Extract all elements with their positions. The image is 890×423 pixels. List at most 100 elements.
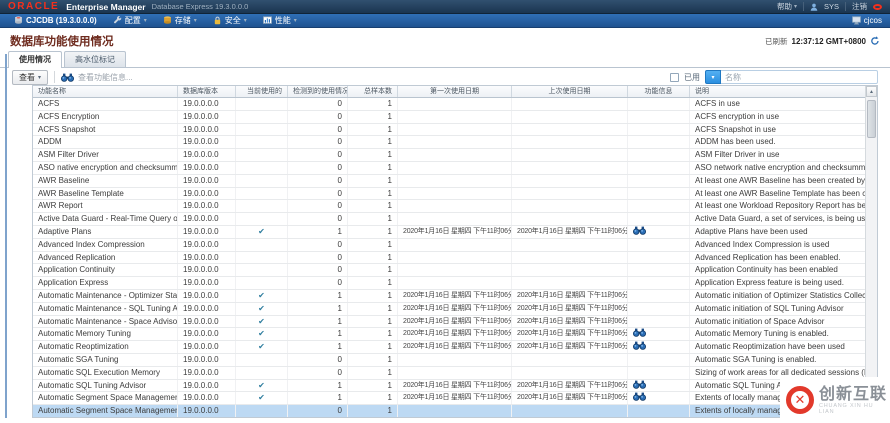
tab-high-water-marks[interactable]: 高水位标记 — [64, 51, 126, 67]
logout-link[interactable]: 注销 — [852, 1, 867, 12]
cell-used — [236, 238, 288, 251]
cell-used — [236, 161, 288, 174]
table-row[interactable]: Automatic SQL Execution Memory 19.0.0.0.0… — [33, 366, 867, 380]
cell-detected: 0 — [288, 264, 348, 277]
help-menu[interactable]: 帮助 ▾ — [777, 1, 797, 12]
cell-name: Application Express — [33, 277, 178, 289]
view-menu-button[interactable]: 查看 ▾ — [12, 69, 49, 85]
menu-performance[interactable]: 性能 ▾ — [257, 15, 303, 26]
table-row[interactable]: Advanced Index Compression 19.0.0.0.0 0 1 Ad… — [33, 238, 867, 252]
current-user-menu[interactable]: SYS — [824, 2, 839, 11]
cell-info — [628, 289, 690, 302]
table-row[interactable]: ASM Filter Driver 19.0.0.0.0 0 1 ASM Filter … — [33, 149, 867, 162]
column-header-version[interactable]: 数据库版本 — [178, 86, 236, 97]
column-header-name[interactable]: 功能名称 — [33, 86, 178, 97]
cell-info — [628, 174, 690, 187]
cell-info — [628, 238, 690, 251]
cell-first_used: 2020年1月16日 星期四 下午11时06分2 — [398, 379, 512, 392]
table-row[interactable]: AWR Baseline Template 19.0.0.0.0 0 1 At leas… — [33, 187, 867, 201]
tab-usage[interactable]: 使用情况 — [8, 51, 62, 68]
cell-first_used: 2020年1月16日 星期四 下午11时06分2 — [398, 392, 512, 405]
view-feature-info-button[interactable]: 查看功能信息... — [61, 72, 133, 83]
binoculars-icon[interactable] — [633, 380, 684, 389]
menu-configuration[interactable]: 配置 ▾ — [107, 15, 153, 26]
table-row[interactable]: Application Continuity 19.0.0.0.0 0 1 Applic… — [33, 264, 867, 278]
table-row[interactable]: Automatic SQL Tuning Advisor 19.0.0.0.0 ✔ 1… — [33, 379, 867, 393]
table-row[interactable]: ASO native encryption and checksumming 19… — [33, 161, 867, 175]
chevron-down-icon: ▾ — [243, 18, 247, 24]
column-header-info[interactable]: 功能信息 — [628, 86, 690, 97]
cell-name: Automatic Segment Space Management (syst… — [33, 392, 178, 405]
binoculars-icon[interactable] — [633, 226, 684, 235]
search-input[interactable] — [721, 70, 878, 84]
table-row[interactable]: Active Data Guard - Real-Time Query on P… — [33, 213, 867, 226]
scrollbar-thumb[interactable] — [867, 100, 876, 138]
table-row[interactable]: Application Express 19.0.0.0.0 0 1 Applicati… — [33, 277, 867, 290]
column-header-used[interactable]: 当前使用的 — [236, 86, 288, 97]
cell-detected: 1 — [288, 341, 348, 353]
table-row[interactable]: Automatic Maintenance - Space Advisor 19.… — [33, 315, 867, 329]
cell-version: 19.0.0.0.0 — [178, 225, 236, 238]
cell-info — [628, 302, 690, 315]
table-row[interactable]: Automatic SGA Tuning 19.0.0.0.0 0 1 Automati… — [33, 353, 867, 367]
cell-detected: 0 — [288, 136, 348, 149]
table-row[interactable]: Automatic Segment Space Management (syst… — [33, 392, 867, 406]
cell-last_used — [512, 174, 628, 187]
cell-desc: Automatic Memory Tuning is enabled. — [690, 328, 867, 341]
cell-used — [236, 405, 288, 417]
menu-performance-label: 性能 — [274, 16, 291, 25]
cell-last_used: 2020年1月16日 星期四 下午11时06分2 — [512, 315, 628, 328]
table-row[interactable]: ADDM 19.0.0.0.0 0 1 ADDM has been used. — [33, 136, 867, 150]
column-header-detected[interactable]: 检测到的使用情况 — [288, 86, 348, 97]
table-row[interactable]: ACFS 19.0.0.0.0 0 1 ACFS in use — [33, 98, 867, 111]
binoculars-icon[interactable] — [633, 328, 684, 338]
database-home-menu[interactable]: CJCDB (19.3.0.0.0) — [8, 16, 103, 25]
chevron-down-icon: ▾ — [793, 4, 797, 10]
cell-last_used — [512, 251, 628, 264]
cell-name: Active Data Guard - Real-Time Query on P… — [33, 213, 178, 225]
vertical-scrollbar[interactable]: ▲ ▼ — [865, 86, 877, 417]
cell-last_used — [512, 110, 628, 123]
search-category-dropdown[interactable]: ▾ — [705, 70, 721, 84]
checkmark-icon: ✔ — [258, 342, 265, 352]
refresh-icon[interactable] — [870, 36, 880, 46]
cell-info — [628, 187, 690, 200]
table-row[interactable]: Advanced Replication 19.0.0.0.0 0 1 Advanced… — [33, 251, 867, 265]
cell-version: 19.0.0.0.0 — [178, 187, 236, 200]
table-row[interactable]: ACFS Encryption 19.0.0.0.0 0 1 ACFS encrypti… — [33, 110, 867, 124]
edition-label: Database Express 19.3.0.0.0 — [151, 2, 249, 11]
table-row[interactable]: Automatic Maintenance - SQL Tuning Advis… — [33, 302, 867, 316]
cell-name: ACFS Snapshot — [33, 123, 178, 136]
cell-detected: 0 — [288, 174, 348, 187]
cell-first_used: 2020年1月16日 星期四 下午11时06分2 — [398, 225, 512, 238]
cell-first_used — [398, 353, 512, 366]
table-row[interactable]: Automatic Segment Space Management (user… — [33, 405, 867, 417]
cell-used: ✔ — [236, 289, 288, 302]
table-row[interactable]: Automatic Reoptimization 19.0.0.0.0 ✔ 1 1 202… — [33, 341, 867, 354]
cell-name: Application Continuity — [33, 264, 178, 277]
menu-storage[interactable]: 存储 ▾ — [157, 15, 203, 26]
cell-desc: ACFS Snapshot in use — [690, 123, 867, 136]
view-feature-info-label: 查看功能信息... — [78, 72, 133, 82]
used-filter-checkbox[interactable] — [670, 72, 679, 82]
table-row[interactable]: AWR Baseline 19.0.0.0.0 0 1 At least one AWR… — [33, 174, 867, 188]
table-row[interactable]: Automatic Maintenance - Optimizer Statis… — [33, 289, 867, 303]
column-header-samples[interactable]: 总样本数 — [348, 86, 398, 97]
table-row[interactable]: Adaptive Plans 19.0.0.0.0 ✔ 1 1 2020年1月16日 星期… — [33, 225, 867, 239]
table-row[interactable]: AWR Report 19.0.0.0.0 0 1 At least one Workl… — [33, 200, 867, 214]
table-row[interactable]: ACFS Snapshot 19.0.0.0.0 0 1 ACFS Snapshot i… — [33, 123, 867, 137]
cell-used — [236, 174, 288, 187]
performance-chart-icon — [262, 16, 272, 25]
scroll-up-button[interactable]: ▲ — [866, 86, 877, 97]
column-header-desc[interactable]: 说明 — [690, 86, 877, 97]
column-header-first_used[interactable]: 第一次使用日期 — [398, 86, 512, 97]
cell-desc: Automatic SGA Tuning is enabled. — [690, 353, 867, 366]
binoculars-icon[interactable] — [633, 341, 684, 350]
cell-detected: 1 — [288, 392, 348, 405]
cell-info — [628, 341, 690, 353]
table-row[interactable]: Automatic Memory Tuning 19.0.0.0.0 ✔ 1 1 2020… — [33, 328, 867, 342]
menu-security[interactable]: 安全 ▾ — [207, 15, 253, 26]
binoculars-icon[interactable] — [633, 392, 684, 402]
column-header-last_used[interactable]: 上次使用日期 — [512, 86, 628, 97]
cell-last_used: 2020年1月16日 星期四 下午11时06分2 — [512, 328, 628, 341]
